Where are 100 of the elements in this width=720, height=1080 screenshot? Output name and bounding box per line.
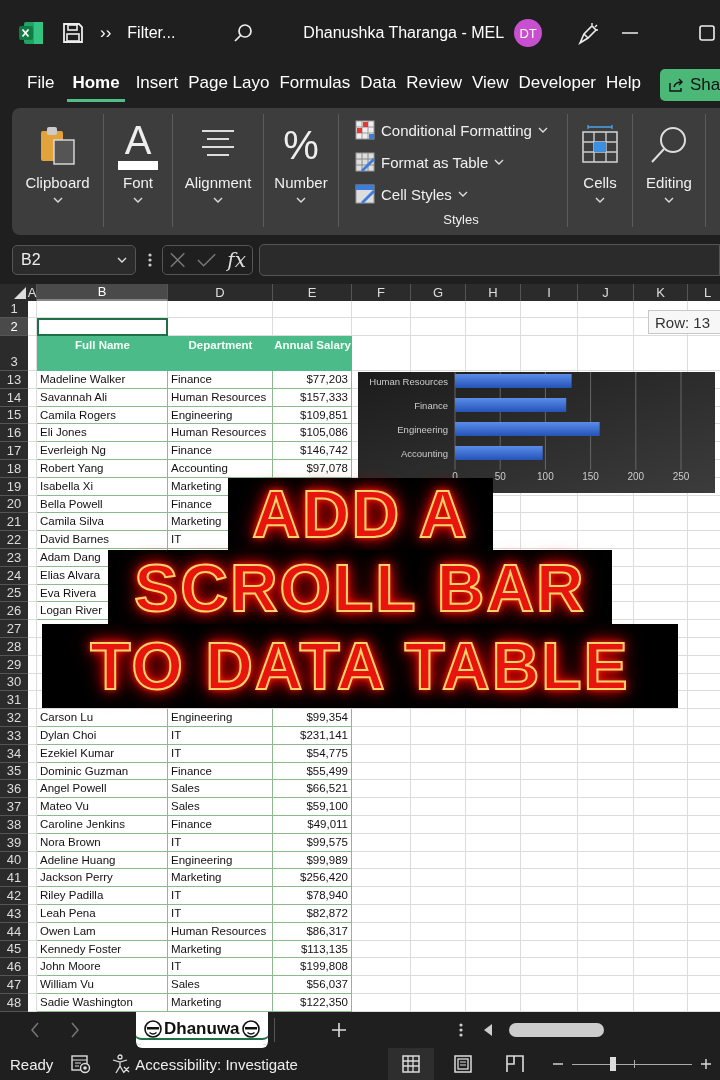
row-header[interactable]: 16 [0,424,28,443]
row-header[interactable]: 37 [0,798,28,816]
column-header[interactable]: F [352,284,411,301]
sheet-tab[interactable]: Dhanuwa [136,1012,268,1048]
menu-tab[interactable]: Home [67,68,125,102]
view-button[interactable] [388,1048,434,1080]
row-header[interactable]: 36 [0,780,28,799]
menu-tab[interactable]: Help [601,68,646,102]
row-header[interactable]: 26 [0,602,28,621]
menu-tab[interactable]: File [22,68,60,102]
row-header[interactable]: 41 [0,869,28,888]
table-cell: Finance [168,442,273,460]
worksheet-grid[interactable] [0,284,720,1012]
chevron-right-icon[interactable] [70,1022,80,1038]
ribbon-menu-button[interactable]: Format as Table [355,146,505,178]
smiley-icon [144,1019,162,1038]
row-header[interactable]: 17 [0,442,28,460]
column-header[interactable]: G [411,284,466,301]
brush-icon[interactable] [576,21,601,45]
menu-tab[interactable]: View [467,68,514,102]
search-icon [649,125,689,165]
overflow-button[interactable]: ›› [100,23,112,43]
table-cell: Finance [168,371,273,389]
scroll-thumb[interactable] [508,1023,604,1037]
row-header[interactable]: 31 [0,691,28,710]
menu-tab[interactable]: Insert [130,68,184,102]
save-icon[interactable] [62,22,84,44]
chevron-down-icon [494,159,505,165]
avatar[interactable]: DT [514,19,543,47]
ribbon-group-button[interactable]: Alignment [184,122,252,203]
row-header[interactable]: 21 [0,513,28,532]
row-header[interactable]: 47 [0,976,28,994]
column-header[interactable]: E [273,284,352,301]
row-header[interactable]: 1 [0,301,28,318]
ribbon-group-button[interactable]: % Number [274,122,328,203]
row-header[interactable]: 3 [0,336,28,371]
maximize-icon[interactable] [698,24,717,42]
table-cell: William Vu [37,976,168,994]
column-header[interactable]: B [37,284,168,301]
macro-recorder-icon[interactable] [71,1054,92,1074]
ribbon-group-button[interactable]: Clipboard [25,122,90,203]
check-icon[interactable] [196,251,218,269]
cell-cursor[interactable] [37,318,168,336]
cancel-icon[interactable] [169,251,187,269]
share-icon [668,77,684,93]
ribbon-menu-button[interactable]: Conditional Formatting [355,114,548,146]
column-header[interactable]: L [688,284,720,301]
menu-tab[interactable]: Review [401,68,467,102]
menu-tab[interactable]: Developer [513,68,602,102]
document-name[interactable]: Filter... [127,24,176,42]
table-cell: Jackson Perry [37,869,168,888]
excel-icon[interactable] [18,21,44,45]
chevron-down-icon [664,197,674,203]
zoom-in-icon[interactable] [700,1058,712,1070]
table-cell: Everleigh Ng [37,442,168,460]
table-cell: Mateo Vu [37,798,168,816]
menu-tab[interactable]: Formulas [274,68,356,102]
row-header[interactable]: 22 [0,531,28,549]
chevron-down-icon [117,257,127,263]
ribbon-group-button[interactable]: A Font [118,122,158,203]
scroll-left-icon[interactable] [482,1024,493,1036]
page-break-icon [505,1054,525,1074]
table-cell: $99,354 [273,709,352,727]
row-header[interactable]: 13 [0,371,28,389]
column-header[interactable]: H [466,284,521,301]
accessibility-button[interactable]: Accessibility: Investigate [111,1054,298,1074]
menu-tab[interactable]: Page Layo [183,68,275,102]
insert-function-button[interactable]: fx [227,248,246,272]
table-cell: IT [168,958,273,977]
conditional-formatting-icon [355,120,375,140]
row-header[interactable]: 2 [0,318,28,336]
chevron-left-icon[interactable] [30,1022,40,1038]
zoom-slider-thumb[interactable] [609,1057,616,1071]
table-cell: Riley Padilla [37,887,168,905]
chevron-down-icon [296,197,306,203]
row-header[interactable]: 27 [0,620,28,638]
row-header[interactable]: 46 [0,958,28,977]
column-header[interactable]: I [521,284,578,301]
share-button[interactable]: Sha [660,69,720,101]
column-header[interactable]: K [634,284,688,301]
select-all-button[interactable] [0,284,28,301]
more-icon[interactable] [458,1022,463,1038]
formula-field[interactable] [259,244,720,276]
table-cell: Marketing [168,869,273,888]
ribbon-group-button[interactable]: Editing [646,122,692,203]
name-box[interactable]: B2 [12,245,136,275]
table-cell: IT [168,887,273,905]
column-heading: Annual Salary [273,336,352,371]
column-header[interactable]: J [578,284,634,301]
column-heading: Department [168,336,273,371]
search-icon[interactable] [233,23,254,43]
menu-tab[interactable]: Data [355,68,402,102]
add-sheet-icon[interactable] [330,1022,347,1038]
more-icon[interactable] [148,252,152,268]
row-header[interactable]: 42 [0,887,28,905]
ribbon-group-button[interactable]: Cells [580,122,620,203]
column-header[interactable]: D [168,284,273,301]
row-header[interactable]: 32 [0,709,28,727]
table-cell: David Barnes [37,531,168,549]
ribbon-menu-button[interactable]: Cell Styles [355,178,468,210]
